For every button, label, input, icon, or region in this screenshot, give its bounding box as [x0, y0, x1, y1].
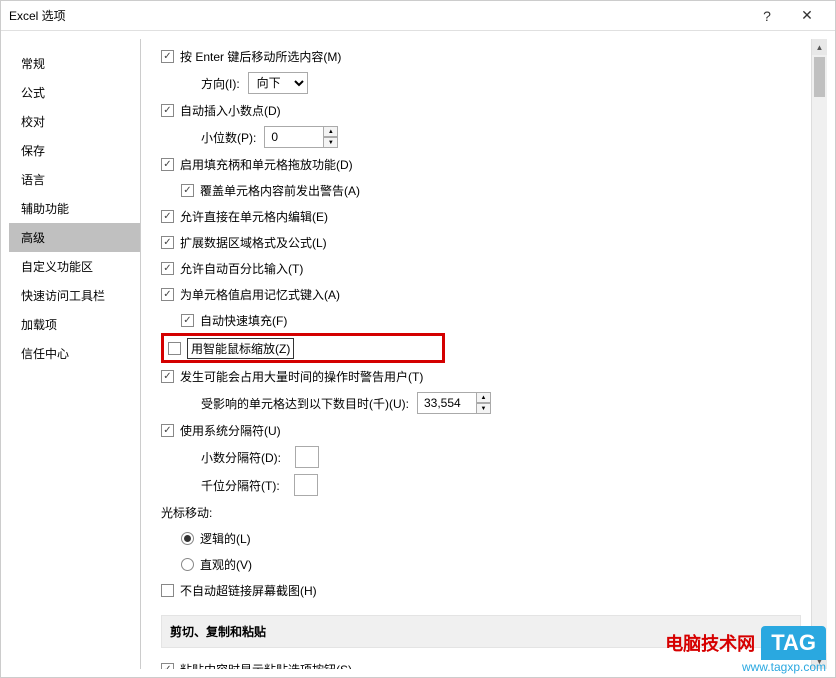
sidebar-item-label: 信任中心 — [21, 347, 69, 361]
checkbox-icon[interactable] — [181, 184, 194, 197]
sidebar-item-general[interactable]: 常规 — [9, 49, 140, 78]
option-label: 粘贴内容时显示粘贴选项按钮(S) — [180, 661, 352, 670]
option-flash-fill[interactable]: 自动快速填充(F) — [161, 307, 801, 333]
radio-logical[interactable]: 逻辑的(L) — [161, 525, 801, 551]
option-label: 按 Enter 键后移动所选内容(M) — [180, 48, 341, 65]
option-enter-move[interactable]: 按 Enter 键后移动所选内容(M) — [161, 43, 801, 69]
sidebar-item-save[interactable]: 保存 — [9, 136, 140, 165]
sidebar-item-accessibility[interactable]: 辅助功能 — [9, 194, 140, 223]
sidebar-item-label: 加载项 — [21, 318, 57, 332]
checkbox-icon[interactable] — [161, 288, 174, 301]
sidebar-item-label: 校对 — [21, 115, 45, 129]
option-label: 启用填充柄和单元格拖放功能(D) — [180, 156, 353, 173]
spin-up-icon[interactable]: ▲ — [477, 392, 491, 403]
radio-icon[interactable] — [181, 532, 194, 545]
spin-up-icon[interactable]: ▲ — [324, 126, 338, 137]
radio-label: 逻辑的(L) — [200, 530, 251, 547]
option-auto-percent[interactable]: 允许自动百分比输入(T) — [161, 255, 801, 281]
sidebar-item-label: 保存 — [21, 144, 45, 158]
option-label: 允许直接在单元格内编辑(E) — [180, 208, 328, 225]
option-label: 不自动超链接屏幕截图(H) — [180, 582, 317, 599]
threshold-spinner[interactable]: ▲▼ — [417, 392, 491, 414]
checkbox-icon[interactable] — [181, 314, 194, 327]
checkbox-icon[interactable] — [161, 236, 174, 249]
option-fill-handle[interactable]: 启用填充柄和单元格拖放功能(D) — [161, 151, 801, 177]
sidebar-item-language[interactable]: 语言 — [9, 165, 140, 194]
sidebar-item-addins[interactable]: 加载项 — [9, 310, 140, 339]
option-auto-decimal[interactable]: 自动插入小数点(D) — [161, 97, 801, 123]
radio-label: 直观的(V) — [200, 556, 252, 573]
decimals-spinner[interactable]: ▲▼ — [264, 126, 338, 148]
checkbox-icon[interactable] — [161, 158, 174, 171]
cursor-move-label: 光标移动: — [161, 504, 212, 521]
close-button[interactable]: ✕ — [787, 2, 827, 30]
checkbox-icon[interactable] — [161, 50, 174, 63]
sidebar-item-label: 辅助功能 — [21, 202, 69, 216]
radio-icon[interactable] — [181, 558, 194, 571]
checkbox-icon[interactable] — [161, 663, 174, 670]
option-label: 自动插入小数点(D) — [180, 102, 281, 119]
option-label: 用智能鼠标缩放(Z) — [187, 338, 294, 359]
spin-down-icon[interactable]: ▼ — [324, 137, 338, 148]
sidebar-item-label: 自定义功能区 — [21, 260, 93, 274]
radio-visual[interactable]: 直观的(V) — [161, 551, 801, 577]
sidebar-item-label: 公式 — [21, 86, 45, 100]
scrollbar-thumb[interactable] — [814, 57, 825, 97]
help-button[interactable]: ? — [747, 2, 787, 30]
sidebar-item-label: 快速访问工具栏 — [21, 289, 105, 303]
sidebar-item-label: 语言 — [21, 173, 45, 187]
sidebar-item-label: 高级 — [21, 231, 45, 245]
threshold-label: 受影响的单元格达到以下数目时(千)(U): — [201, 395, 409, 412]
sidebar-item-advanced[interactable]: 高级 — [9, 223, 140, 252]
option-label: 扩展数据区域格式及公式(L) — [180, 234, 327, 251]
spin-down-icon[interactable]: ▼ — [477, 403, 491, 414]
option-autocomplete[interactable]: 为单元格值启用记忆式键入(A) — [161, 281, 801, 307]
direction-label: 方向(I): — [201, 75, 240, 92]
scroll-up-icon[interactable]: ▲ — [812, 39, 827, 55]
option-label: 自动快速填充(F) — [200, 312, 287, 329]
thousand-sep-input[interactable] — [294, 474, 318, 496]
sidebar-item-customize-ribbon[interactable]: 自定义功能区 — [9, 252, 140, 281]
option-no-hyperlink-screenshot[interactable]: 不自动超链接屏幕截图(H) — [161, 577, 801, 603]
option-paste-options-button[interactable]: 粘贴内容时显示粘贴选项按钮(S) — [161, 656, 801, 669]
option-label: 覆盖单元格内容前发出警告(A) — [200, 182, 360, 199]
option-warn-long[interactable]: 发生可能会占用大量时间的操作时警告用户(T) — [161, 363, 801, 389]
checkbox-icon[interactable] — [168, 342, 181, 355]
decimal-sep-label: 小数分隔符(D): — [201, 449, 281, 466]
decimals-input[interactable] — [264, 126, 324, 148]
option-overwrite-warn[interactable]: 覆盖单元格内容前发出警告(A) — [161, 177, 801, 203]
sidebar-item-quick-access[interactable]: 快速访问工具栏 — [9, 281, 140, 310]
decimal-sep-input[interactable] — [295, 446, 319, 468]
option-edit-direct[interactable]: 允许直接在单元格内编辑(E) — [161, 203, 801, 229]
option-system-separators[interactable]: 使用系统分隔符(U) — [161, 417, 801, 443]
vertical-scrollbar[interactable]: ▲ ▼ — [811, 39, 827, 669]
highlighted-option: 用智能鼠标缩放(Z) — [161, 333, 445, 363]
checkbox-icon[interactable] — [161, 424, 174, 437]
option-label: 为单元格值启用记忆式键入(A) — [180, 286, 340, 303]
checkbox-icon[interactable] — [161, 262, 174, 275]
sidebar: 常规 公式 校对 保存 语言 辅助功能 高级 自定义功能区 快速访问工具栏 加载… — [9, 39, 141, 669]
checkbox-icon[interactable] — [161, 210, 174, 223]
option-label: 允许自动百分比输入(T) — [180, 260, 303, 277]
sidebar-item-proofing[interactable]: 校对 — [9, 107, 140, 136]
section-cut-copy-paste: 剪切、复制和粘贴 — [161, 615, 801, 648]
checkbox-icon[interactable] — [161, 584, 174, 597]
scroll-down-icon[interactable]: ▼ — [812, 653, 827, 669]
sidebar-item-formulas[interactable]: 公式 — [9, 78, 140, 107]
sidebar-item-label: 常规 — [21, 57, 45, 71]
option-label: 发生可能会占用大量时间的操作时警告用户(T) — [180, 368, 423, 385]
direction-select[interactable]: 向下 — [248, 72, 308, 94]
sidebar-item-trust-center[interactable]: 信任中心 — [9, 339, 140, 368]
decimals-label: 小位数(P): — [201, 129, 256, 146]
option-label: 使用系统分隔符(U) — [180, 422, 281, 439]
thousand-sep-label: 千位分隔符(T): — [201, 477, 280, 494]
checkbox-icon[interactable] — [161, 370, 174, 383]
threshold-input[interactable] — [417, 392, 477, 414]
option-extend-format[interactable]: 扩展数据区域格式及公式(L) — [161, 229, 801, 255]
checkbox-icon[interactable] — [161, 104, 174, 117]
dialog-title: Excel 选项 — [9, 7, 747, 24]
